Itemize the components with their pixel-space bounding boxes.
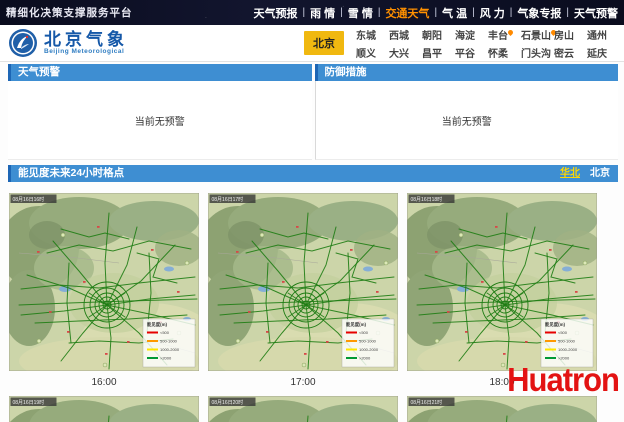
- map-card-2: 能见度(m) <500 500-1000 1000-2000 >2000 08月16日17…: [208, 193, 398, 396]
- svg-text:08月16日18时: 08月16日18时: [411, 196, 443, 203]
- site-header: 北京气象 Beijing Meteorological 北京 东城西城朝阳海淀丰…: [0, 25, 624, 62]
- topnav-item-5[interactable]: 气 温: [442, 5, 467, 21]
- map-card-next-2: 能见度(m)<500500-10001000-2000>200008月16日20…: [208, 396, 398, 422]
- topnav-separator: |: [340, 7, 343, 18]
- weather-warning-title: 天气预警: [18, 64, 60, 81]
- visibility-maps-row-next: 能见度(m)<500500-10001000-2000>200008月16日19…: [8, 396, 618, 422]
- scope-link-active[interactable]: 华北: [560, 165, 580, 182]
- svg-text:500-1000: 500-1000: [359, 339, 377, 344]
- district-link[interactable]: 丰台: [488, 27, 519, 42]
- platform-title: 精细化决策支撑服务平台: [6, 5, 133, 20]
- no-warning-text: 当前无预警: [135, 113, 185, 128]
- beijing-meteorological-logo-icon: [8, 28, 38, 58]
- district-link[interactable]: 通州: [587, 27, 618, 42]
- weather-warning-body: 当前无预警: [8, 81, 312, 160]
- visibility-map-partial[interactable]: 能见度(m)<500500-10001000-2000>200008月16日20…: [208, 396, 398, 422]
- site-name: 北京气象: [44, 31, 128, 48]
- svg-text:08月16日16时: 08月16日16时: [13, 196, 45, 203]
- svg-text:500-1000: 500-1000: [558, 339, 576, 344]
- defense-measures-title: 防御措施: [325, 64, 367, 81]
- topnav-item-6[interactable]: 风 力: [480, 5, 505, 21]
- visibility-map-partial[interactable]: 能见度(m)<500500-10001000-2000>200008月16日19…: [9, 396, 199, 422]
- svg-text:08月16日19时: 08月16日19时: [13, 399, 45, 406]
- alert-panels: 天气预警 当前无预警 防御措施 当前无预警: [8, 64, 618, 160]
- district-link[interactable]: 平谷: [455, 45, 486, 60]
- warning-marker-icon: [507, 28, 514, 35]
- page: 精细化决策支撑服务平台 天气预报 | 雨 情 | 雪 情 | 交通天气 | 气 温 | 风 力 | 气象…: [0, 0, 624, 422]
- district-link[interactable]: 石景山: [521, 27, 552, 42]
- district-link[interactable]: 大兴: [389, 45, 420, 60]
- district-link[interactable]: 西城: [389, 27, 420, 42]
- visibility-map-18:00[interactable]: 能见度(m)<500500-10001000-2000>200008月16日18…: [407, 193, 597, 371]
- map-time-label: 16:00: [9, 371, 199, 396]
- svg-text:1000-2000: 1000-2000: [359, 347, 379, 352]
- district-link[interactable]: 海淀: [455, 27, 486, 42]
- svg-text:08月16日20时: 08月16日20时: [212, 399, 244, 406]
- city-button-beijing[interactable]: 北京: [304, 31, 344, 55]
- top-bar: 精细化决策支撑服务平台 天气预报 | 雨 情 | 雪 情 | 交通天气 | 气 温 | 风 力 | 气象…: [0, 0, 624, 25]
- map-card-next-3: 能见度(m)<500500-10001000-2000>200008月16日21…: [407, 396, 597, 422]
- svg-text:能见度(m): 能见度(m): [346, 321, 367, 328]
- defense-measures-header: 防御措施: [315, 64, 619, 81]
- svg-text:08月16日17时: 08月16日17时: [212, 196, 244, 203]
- svg-text:<500: <500: [558, 330, 568, 335]
- svg-text:>2000: >2000: [160, 356, 172, 361]
- topnav-item-3[interactable]: 雪 情: [348, 5, 373, 21]
- svg-text:<500: <500: [359, 330, 369, 335]
- district-link[interactable]: 朝阳: [422, 27, 453, 42]
- topnav-separator: |: [378, 7, 381, 18]
- district-link[interactable]: 门头沟: [521, 45, 552, 60]
- map-card-1: 能见度(m) <500 500-1000 1000-2000 >2000 08月16日16…: [9, 193, 199, 396]
- top-navigation: 天气预报 | 雨 情 | 雪 情 | 交通天气 | 气 温 | 风 力 | 气象专报 | 天气预警: [253, 5, 618, 21]
- site-logo-link[interactable]: 北京气象 Beijing Meteorological: [8, 28, 128, 58]
- topnav-separator: |: [566, 7, 569, 18]
- visibility-section-header: 能见度未来24小时格点 华北北京: [8, 165, 618, 182]
- topnav-item-8[interactable]: 天气预警: [574, 5, 618, 21]
- district-link[interactable]: 密云: [554, 45, 585, 60]
- no-warning-text: 当前无预警: [442, 113, 492, 128]
- site-subtitle: Beijing Meteorological: [44, 48, 128, 55]
- topnav-item-4[interactable]: 交通天气: [385, 5, 429, 21]
- region-scope-links: 华北北京: [560, 165, 610, 182]
- topnav-item-1[interactable]: 天气预报: [253, 5, 297, 21]
- district-grid: 东城西城朝阳海淀丰台石景山房山通州顺义大兴昌平平谷怀柔门头沟密云延庆: [356, 27, 618, 60]
- weather-warning-panel: 天气预警 当前无预警: [8, 64, 312, 160]
- district-link[interactable]: 昌平: [422, 45, 453, 60]
- visibility-section-title: 能见度未来24小时格点: [18, 165, 124, 182]
- topnav-separator: |: [302, 7, 305, 18]
- map-card-next-1: 能见度(m)<500500-10001000-2000>200008月16日19…: [9, 396, 199, 422]
- visibility-map-17:00[interactable]: 能见度(m) <500 500-1000 1000-2000 >2000 08月16日17…: [208, 193, 398, 371]
- svg-text:08月16日21时: 08月16日21时: [411, 399, 443, 406]
- district-link[interactable]: 延庆: [587, 45, 618, 60]
- visibility-map-partial[interactable]: 能见度(m)<500500-10001000-2000>200008月16日21…: [407, 396, 597, 422]
- defense-measures-body: 当前无预警: [315, 81, 619, 160]
- district-link[interactable]: 怀柔: [488, 45, 519, 60]
- district-link[interactable]: 房山: [554, 27, 585, 42]
- topnav-separator: |: [510, 7, 513, 18]
- defense-measures-panel: 防御措施 当前无预警: [315, 64, 619, 160]
- svg-text:1000-2000: 1000-2000: [160, 347, 180, 352]
- huatron-watermark: Huatron: [507, 363, 619, 396]
- map-time-label: 17:00: [208, 371, 398, 396]
- visibility-map-16:00[interactable]: 能见度(m) <500 500-1000 1000-2000 >2000 08月16日16…: [9, 193, 199, 371]
- weather-warning-header: 天气预警: [8, 64, 312, 81]
- topnav-separator: |: [472, 7, 475, 18]
- region-navigation: 北京 东城西城朝阳海淀丰台石景山房山通州顺义大兴昌平平谷怀柔门头沟密云延庆: [304, 27, 618, 60]
- scope-link-normal[interactable]: 北京: [590, 165, 610, 182]
- topnav-item-2[interactable]: 雨 情: [310, 5, 335, 21]
- svg-text:<500: <500: [160, 330, 170, 335]
- district-link[interactable]: 东城: [356, 27, 387, 42]
- svg-text:500-1000: 500-1000: [160, 339, 178, 344]
- svg-text:>2000: >2000: [359, 356, 371, 361]
- topnav-separator: |: [434, 7, 437, 18]
- district-link[interactable]: 顺义: [356, 45, 387, 60]
- brand-text: 北京气象 Beijing Meteorological: [44, 31, 128, 55]
- svg-text:能见度(m): 能见度(m): [147, 321, 168, 328]
- topnav-item-7[interactable]: 气象专报: [517, 5, 561, 21]
- svg-text:1000-2000: 1000-2000: [558, 347, 578, 352]
- svg-text:能见度(m): 能见度(m): [545, 321, 566, 328]
